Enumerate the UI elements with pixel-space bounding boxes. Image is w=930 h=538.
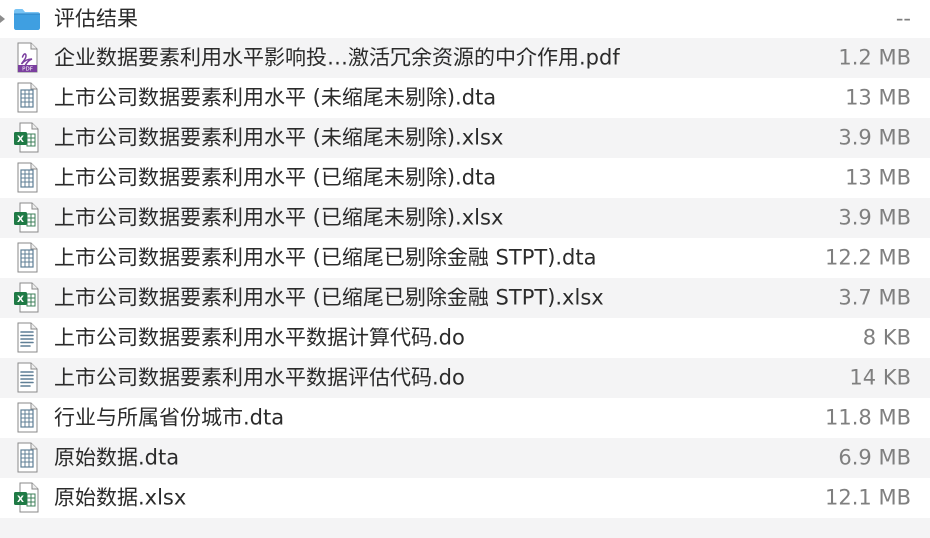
file-row-xlsx[interactable]: X 上市公司数据要素利用水平 (未缩尾未剔除).xlsx 3.9 MB bbox=[0, 118, 930, 158]
excel-badge-text: X bbox=[17, 295, 24, 305]
file-row-do[interactable]: 上市公司数据要素利用水平数据评估代码.do 14 KB bbox=[0, 358, 930, 398]
folder-icon bbox=[12, 4, 42, 34]
file-size: 1.2 MB bbox=[838, 45, 911, 70]
file-name: 行业与所属省份城市.dta bbox=[54, 407, 285, 429]
file-name: 原始数据.dta bbox=[54, 447, 180, 469]
dta-file-icon bbox=[12, 162, 42, 193]
file-name: 上市公司数据要素利用水平 (已缩尾未剔除).xlsx bbox=[54, 207, 504, 229]
empty-row bbox=[0, 518, 930, 538]
file-name: 上市公司数据要素利用水平数据计算代码.do bbox=[54, 327, 465, 349]
dta-file-icon bbox=[12, 402, 42, 433]
file-name: 上市公司数据要素利用水平 (未缩尾未剔除).xlsx bbox=[54, 127, 504, 149]
file-row-folder[interactable]: 评估结果 -- bbox=[0, 0, 930, 38]
do-file-icon bbox=[12, 362, 42, 393]
file-size: 14 KB bbox=[849, 365, 911, 390]
file-name: 评估结果 bbox=[54, 8, 138, 30]
file-name: 上市公司数据要素利用水平 (已缩尾未剔除).dta bbox=[54, 167, 497, 189]
file-size: 12.2 MB bbox=[825, 245, 911, 270]
file-name: 上市公司数据要素利用水平 (已缩尾已剔除金融 STPT).dta bbox=[54, 247, 597, 269]
file-size: 3.7 MB bbox=[838, 285, 911, 310]
file-size: 3.9 MB bbox=[838, 205, 911, 230]
excel-file-icon: X bbox=[12, 202, 42, 233]
file-row-xlsx[interactable]: X 原始数据.xlsx 12.1 MB bbox=[0, 478, 930, 518]
file-row-xlsx[interactable]: X 上市公司数据要素利用水平 (已缩尾已剔除金融 STPT).xlsx 3.7 … bbox=[0, 278, 930, 318]
excel-badge-text: X bbox=[17, 135, 24, 145]
excel-file-icon: X bbox=[12, 482, 42, 513]
file-row-dta[interactable]: 上市公司数据要素利用水平 (已缩尾未剔除).dta 13 MB bbox=[0, 158, 930, 198]
file-name: 上市公司数据要素利用水平 (未缩尾未剔除).dta bbox=[54, 87, 497, 109]
excel-file-icon: X bbox=[12, 122, 42, 153]
file-name: 上市公司数据要素利用水平 (已缩尾已剔除金融 STPT).xlsx bbox=[54, 287, 604, 309]
file-name: 原始数据.xlsx bbox=[54, 487, 187, 509]
file-size: 11.8 MB bbox=[825, 405, 911, 430]
dta-file-icon bbox=[12, 82, 42, 113]
dta-file-icon bbox=[12, 242, 42, 273]
file-name: 上市公司数据要素利用水平数据评估代码.do bbox=[54, 367, 465, 389]
file-size: 6.9 MB bbox=[838, 445, 911, 470]
excel-badge-text: X bbox=[17, 215, 24, 225]
disclosure-triangle-icon[interactable] bbox=[0, 15, 5, 23]
file-size: 13 MB bbox=[845, 165, 911, 190]
file-size: -- bbox=[895, 6, 911, 31]
file-size: 3.9 MB bbox=[838, 125, 911, 150]
file-name: 企业数据要素利用水平影响投…激活冗余资源的中介作用.pdf bbox=[54, 47, 620, 69]
do-file-icon bbox=[12, 322, 42, 353]
pdf-badge-text: PDF bbox=[22, 67, 33, 73]
excel-badge-text: X bbox=[17, 495, 24, 505]
file-row-dta[interactable]: 原始数据.dta 6.9 MB bbox=[0, 438, 930, 478]
file-row-dta[interactable]: 上市公司数据要素利用水平 (已缩尾已剔除金融 STPT).dta 12.2 MB bbox=[0, 238, 930, 278]
file-row-dta[interactable]: 上市公司数据要素利用水平 (未缩尾未剔除).dta 13 MB bbox=[0, 78, 930, 118]
file-size: 13 MB bbox=[845, 85, 911, 110]
file-row-do[interactable]: 上市公司数据要素利用水平数据计算代码.do 8 KB bbox=[0, 318, 930, 358]
file-size: 8 KB bbox=[862, 325, 911, 350]
file-list: 评估结果 -- PDF 企业数据要素利用水平影响投…激活冗余资源的中介作用.pd… bbox=[0, 0, 930, 538]
file-row-xlsx[interactable]: X 上市公司数据要素利用水平 (已缩尾未剔除).xlsx 3.9 MB bbox=[0, 198, 930, 238]
excel-file-icon: X bbox=[12, 282, 42, 313]
dta-file-icon bbox=[12, 442, 42, 473]
pdf-file-icon: PDF bbox=[12, 42, 42, 73]
file-row-dta[interactable]: 行业与所属省份城市.dta 11.8 MB bbox=[0, 398, 930, 438]
file-row-pdf[interactable]: PDF 企业数据要素利用水平影响投…激活冗余资源的中介作用.pdf 1.2 MB bbox=[0, 38, 930, 78]
file-size: 12.1 MB bbox=[825, 485, 911, 510]
